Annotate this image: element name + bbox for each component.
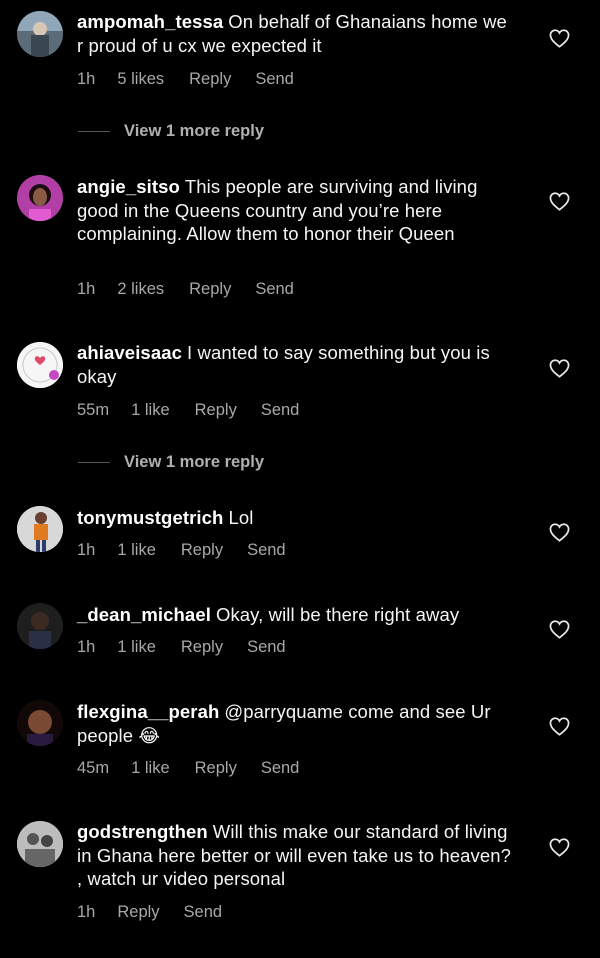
send-button[interactable]: Send — [247, 638, 286, 657]
comment-likes[interactable]: 2 likes — [117, 280, 164, 299]
heart-outline-icon[interactable] — [549, 838, 570, 857]
comment-meta: 1h 2 likes Reply Send — [77, 280, 294, 299]
avatar[interactable] — [17, 700, 63, 746]
heart-outline-icon[interactable] — [549, 717, 570, 736]
heart-outline-icon[interactable] — [549, 523, 570, 542]
avatar[interactable] — [17, 821, 63, 867]
send-button[interactable]: Send — [261, 759, 300, 778]
comment-likes[interactable]: 1 like — [117, 541, 156, 560]
heart-outline-icon[interactable] — [549, 29, 570, 48]
comment-time: 55m — [77, 401, 110, 419]
comment-likes[interactable]: 5 likes — [117, 70, 164, 89]
send-button[interactable]: Send — [255, 70, 294, 89]
comment-time: 1h — [77, 70, 96, 88]
avatar-image — [17, 603, 63, 649]
avatar[interactable] — [17, 11, 63, 57]
heart-outline-icon[interactable] — [549, 359, 570, 378]
avatar[interactable] — [17, 603, 63, 649]
avatar-image — [17, 11, 63, 57]
reply-button[interactable]: Reply — [117, 903, 159, 922]
comment-likes[interactable]: 1 like — [131, 401, 170, 420]
reply-button[interactable]: Reply — [189, 280, 231, 299]
comment-username[interactable]: ampomah_tessa — [77, 11, 223, 32]
comment-text: Lol — [228, 507, 254, 528]
heart-outline-icon[interactable] — [549, 192, 570, 211]
avatar[interactable] — [17, 506, 63, 552]
comment-time: 1h — [77, 903, 96, 921]
comment-meta: 1h 1 like Reply Send — [77, 638, 286, 657]
reply-button[interactable]: Reply — [181, 541, 223, 560]
comment-body: flexgina__perah @parryquame come and see … — [77, 700, 517, 747]
heart-outline-icon[interactable] — [549, 620, 570, 639]
comment-body: godstrengthen Will this make our standard… — [77, 820, 517, 891]
reply-button[interactable]: Reply — [195, 401, 237, 420]
reply-button[interactable]: Reply — [181, 638, 223, 657]
avatar-image — [17, 506, 63, 552]
comment-username[interactable]: ahiaveisaac — [77, 342, 182, 363]
avatar[interactable] — [17, 342, 63, 388]
comment-meta: 45m 1 like Reply Send — [77, 759, 299, 778]
comment-meta: 55m 1 like Reply Send — [77, 401, 299, 420]
send-button[interactable]: Send — [247, 541, 286, 560]
avatar-image — [17, 342, 63, 388]
view-more-label: View 1 more reply — [124, 453, 265, 471]
comment-body: _dean_michael Okay, will be there right a… — [77, 603, 517, 627]
comment-text: Okay, will be there right away — [215, 604, 460, 625]
comment-meta: 1h 1 like Reply Send — [77, 541, 286, 560]
comment-likes[interactable]: 1 like — [117, 638, 156, 657]
comment-username[interactable]: angie_sitso — [77, 176, 180, 197]
divider-line — [78, 131, 110, 132]
comment-time: 1h — [77, 280, 96, 298]
comment-username[interactable]: _dean_michael — [77, 604, 211, 625]
comment-time: 1h — [77, 638, 96, 656]
comment-body: angie_sitso This people are surviving and… — [77, 175, 517, 246]
comment-body: ampomah_tessa On behalf of Ghanaians home… — [77, 10, 517, 57]
send-button[interactable]: Send — [184, 903, 223, 922]
avatar-image — [17, 700, 63, 746]
avatar-image — [17, 821, 63, 867]
comment-body: tonymustgetrich Lol — [77, 506, 517, 530]
comment-username[interactable]: flexgina__perah — [77, 701, 219, 722]
divider-line — [78, 462, 110, 463]
comment-body: ahiaveisaac I wanted to say something but… — [77, 341, 517, 388]
comment-meta: 1h Reply Send — [77, 903, 222, 922]
comment-username[interactable]: tonymustgetrich — [77, 507, 223, 528]
comment-time: 45m — [77, 759, 110, 777]
send-button[interactable]: Send — [255, 280, 294, 299]
avatar-image — [17, 175, 63, 221]
view-more-replies-button[interactable]: View 1 more reply — [78, 122, 264, 141]
comment-meta: 1h 5 likes Reply Send — [77, 70, 294, 89]
comment-time: 1h — [77, 541, 96, 559]
comment-likes[interactable]: 1 like — [131, 759, 170, 778]
reply-button[interactable]: Reply — [195, 759, 237, 778]
avatar[interactable] — [17, 175, 63, 221]
reply-button[interactable]: Reply — [189, 70, 231, 89]
send-button[interactable]: Send — [261, 401, 300, 420]
comment-username[interactable]: godstrengthen — [77, 821, 208, 842]
view-more-label: View 1 more reply — [124, 122, 265, 140]
view-more-replies-button[interactable]: View 1 more reply — [78, 453, 264, 472]
